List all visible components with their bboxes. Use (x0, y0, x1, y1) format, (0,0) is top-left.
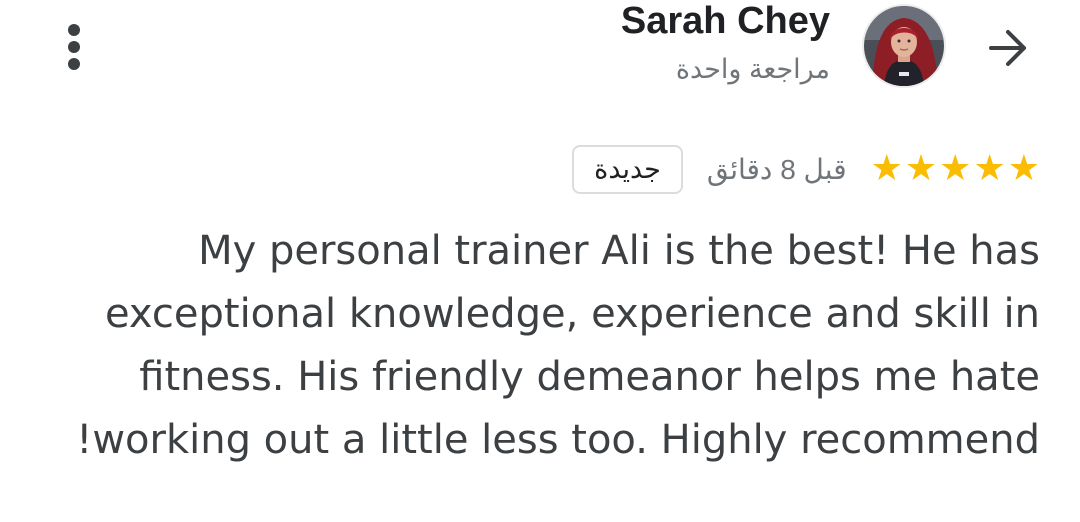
review-screen: Sarah Chey مراجعة واحدة ★ ★ ★ ★ ★ قبل 8 دقائ… (0, 0, 1080, 522)
new-badge[interactable]: جديدة (572, 144, 683, 194)
avatar[interactable] (862, 4, 946, 88)
star-icon: ★ (1007, 148, 1040, 189)
star-icon: ★ (973, 148, 1006, 189)
review-time: قبل 8 دقائق (706, 153, 847, 185)
review-text: My personal trainer Ali is the best! He … (76, 228, 1040, 463)
arrow-right-icon (989, 30, 1026, 66)
star-icon: ★ (939, 148, 972, 189)
avatar-image (864, 6, 944, 86)
star-rating: ★ ★ ★ ★ ★ (871, 151, 1040, 187)
rating-row: ★ ★ ★ ★ ★ قبل 8 دقائق جديدة (572, 142, 1040, 196)
reviewer-review-count: مراجعة واحدة (675, 54, 830, 84)
reviewer-name[interactable]: Sarah Chey (621, 0, 830, 43)
more-options-button[interactable] (56, 22, 92, 72)
more-vert-icon (68, 24, 80, 36)
star-icon: ★ (904, 148, 938, 189)
star-icon: ★ (870, 148, 903, 189)
forward-arrow-button[interactable] (982, 22, 1034, 74)
